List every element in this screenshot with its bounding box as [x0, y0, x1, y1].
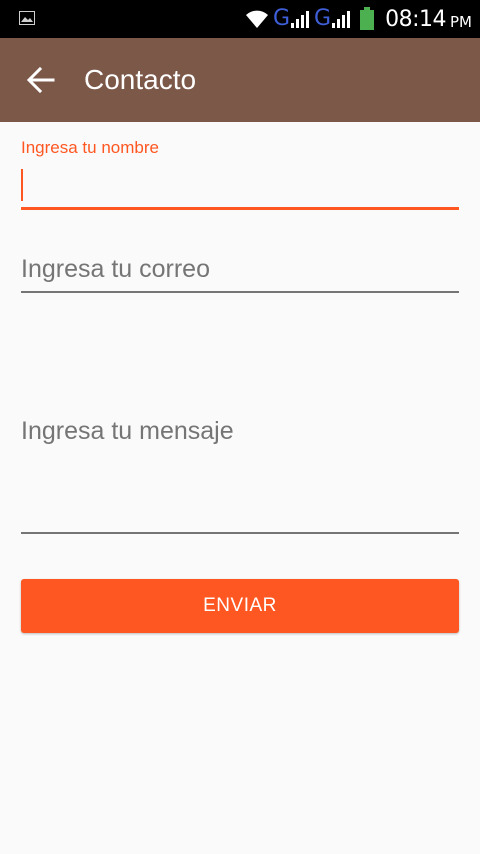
text-cursor [21, 169, 23, 201]
network-type-2: G [314, 6, 332, 31]
clock-time: 08:14 [385, 6, 446, 32]
app-bar: Contacto [0, 38, 480, 122]
name-field-label: Ingresa tu nombre [21, 138, 159, 157]
message-field[interactable]: Ingresa tu mensaje [21, 412, 459, 536]
page-title: Contacto [84, 64, 197, 95]
message-field-placeholder: Ingresa tu mensaje [21, 417, 234, 445]
message-field-underline [21, 532, 459, 534]
email-field-placeholder: Ingresa tu correo [21, 255, 210, 283]
clock-ampm: PM [450, 12, 472, 31]
name-field-underline [21, 207, 459, 210]
signal-icon [332, 11, 351, 28]
email-field-underline [21, 291, 459, 293]
battery-icon [360, 7, 375, 30]
send-button[interactable]: ENVIAR [21, 579, 459, 633]
network-type-1: G [272, 6, 291, 31]
signal-icon [291, 11, 310, 28]
email-field[interactable]: Ingresa tu correo [21, 250, 459, 296]
name-field[interactable]: Ingresa tu nombre [21, 138, 459, 214]
status-bar: G G 08:14 PM [0, 0, 480, 38]
wifi-icon [245, 10, 268, 28]
gallery-icon [19, 11, 35, 25]
arrow-left-icon[interactable] [26, 66, 56, 94]
